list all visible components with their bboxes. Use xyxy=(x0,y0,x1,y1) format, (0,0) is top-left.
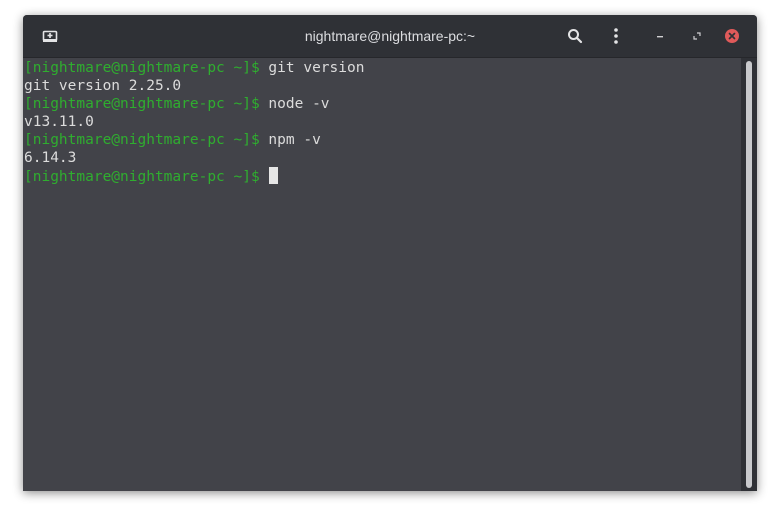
text-cursor xyxy=(269,167,279,184)
terminal-output-area[interactable]: [nightmare@nightmare-pc ~]$ git version … xyxy=(23,58,741,491)
command-output: git version 2.25.0 xyxy=(24,78,182,94)
command-text: node -v xyxy=(259,96,330,112)
minimize-icon xyxy=(655,31,665,41)
command-text: git version xyxy=(259,60,365,76)
terminal-line: [nightmare@nightmare-pc ~]$ git version xyxy=(24,59,741,77)
shell-prompt: [nightmare@nightmare-pc ~]$ xyxy=(24,169,260,185)
kebab-menu-icon xyxy=(613,27,619,45)
vertical-scrollbar[interactable] xyxy=(741,58,757,491)
new-tab-button[interactable] xyxy=(35,21,65,51)
terminal-line: v13.11.0 xyxy=(24,113,741,131)
command-output: v13.11.0 xyxy=(24,114,94,130)
terminal-line: [nightmare@nightmare-pc ~]$ npm -v xyxy=(24,131,741,149)
command-output: 6.14.3 xyxy=(24,150,77,166)
terminal-line: [nightmare@nightmare-pc ~]$ xyxy=(24,167,741,185)
titlebar[interactable]: nightmare@nightmare-pc:~ xyxy=(23,15,757,58)
terminal-window: nightmare@nightmare-pc:~ [nightmare@nigh… xyxy=(23,15,757,491)
close-button[interactable] xyxy=(717,21,747,51)
shell-prompt: [nightmare@nightmare-pc ~]$ xyxy=(24,132,260,148)
terminal-line: [nightmare@nightmare-pc ~]$ node -v xyxy=(24,95,741,113)
search-icon xyxy=(567,28,583,44)
new-tab-icon xyxy=(42,29,58,43)
minimize-button[interactable] xyxy=(645,21,675,51)
close-icon xyxy=(724,28,740,44)
maximize-icon xyxy=(692,31,702,41)
maximize-button[interactable] xyxy=(682,21,712,51)
scrollbar-thumb[interactable] xyxy=(746,61,752,488)
command-text: npm -v xyxy=(259,132,321,148)
terminal-line: git version 2.25.0 xyxy=(24,77,741,95)
command-input[interactable] xyxy=(260,169,269,185)
shell-prompt: [nightmare@nightmare-pc ~]$ xyxy=(24,60,260,76)
shell-prompt: [nightmare@nightmare-pc ~]$ xyxy=(24,96,260,112)
menu-button[interactable] xyxy=(601,21,631,51)
search-button[interactable] xyxy=(560,21,590,51)
terminal-line: 6.14.3 xyxy=(24,149,741,167)
